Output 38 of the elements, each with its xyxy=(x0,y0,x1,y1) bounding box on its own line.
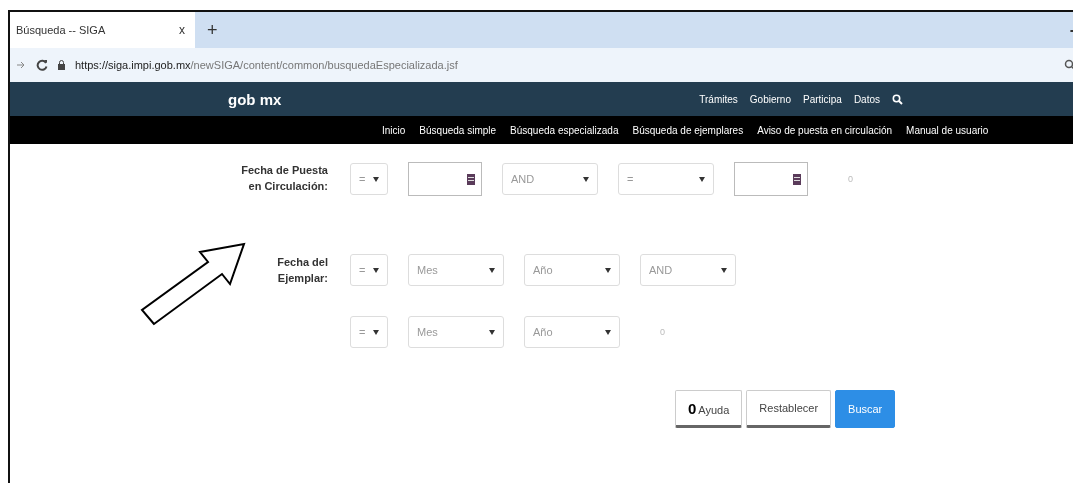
browser-tab[interactable]: Búsqueda -- SIGA x xyxy=(10,12,195,48)
caret-icon xyxy=(489,329,495,335)
date-field[interactable] xyxy=(734,162,808,196)
forward-icon[interactable] xyxy=(16,60,26,70)
date-field[interactable] xyxy=(408,162,482,196)
field-label: Fecha de Puesta en Circulación: xyxy=(241,164,328,192)
reset-button[interactable]: Restablecer xyxy=(746,390,832,428)
caret-icon xyxy=(721,267,727,273)
zoom-icon[interactable] xyxy=(1064,59,1073,71)
caret-icon xyxy=(373,329,379,335)
caret-icon xyxy=(373,176,379,182)
caret-icon xyxy=(605,329,611,335)
close-icon[interactable]: x xyxy=(179,23,185,37)
caret-icon xyxy=(583,176,589,182)
nav-link[interactable]: Aviso de puesta en circulación xyxy=(757,124,893,136)
header-link[interactable]: Trámites xyxy=(699,93,738,105)
caret-icon xyxy=(489,267,495,273)
field-label: Fecha del Ejemplar: xyxy=(277,256,328,284)
caret-icon xyxy=(373,267,379,273)
header-link[interactable]: Datos xyxy=(853,93,880,105)
calendar-icon xyxy=(793,173,801,185)
header-link[interactable]: Participa xyxy=(802,93,842,105)
caret-icon xyxy=(699,176,705,182)
nav-link[interactable]: Búsqueda de ejemplares xyxy=(632,124,744,136)
nav-link[interactable]: Inicio xyxy=(382,124,406,136)
nav-link[interactable]: Búsqueda simple xyxy=(419,124,497,136)
site-logo[interactable]: gob mx xyxy=(228,90,282,108)
header-link[interactable]: Gobierno xyxy=(749,93,791,105)
help-button[interactable]: 0Ayuda xyxy=(675,390,743,428)
nav-link[interactable]: Búsqueda especializada xyxy=(510,124,619,136)
lock-icon xyxy=(58,60,65,70)
nav-link[interactable]: Manual de usuario xyxy=(906,124,989,136)
calendar-icon xyxy=(467,173,475,185)
reload-icon[interactable] xyxy=(36,59,48,71)
caret-icon xyxy=(605,267,611,273)
new-tab-button[interactable]: + xyxy=(207,19,218,41)
search-icon[interactable] xyxy=(892,93,903,105)
url-text[interactable]: https://siga.impi.gob.mx/newSIGA/content/common/busquedaEspecializada.jsf xyxy=(75,59,458,71)
